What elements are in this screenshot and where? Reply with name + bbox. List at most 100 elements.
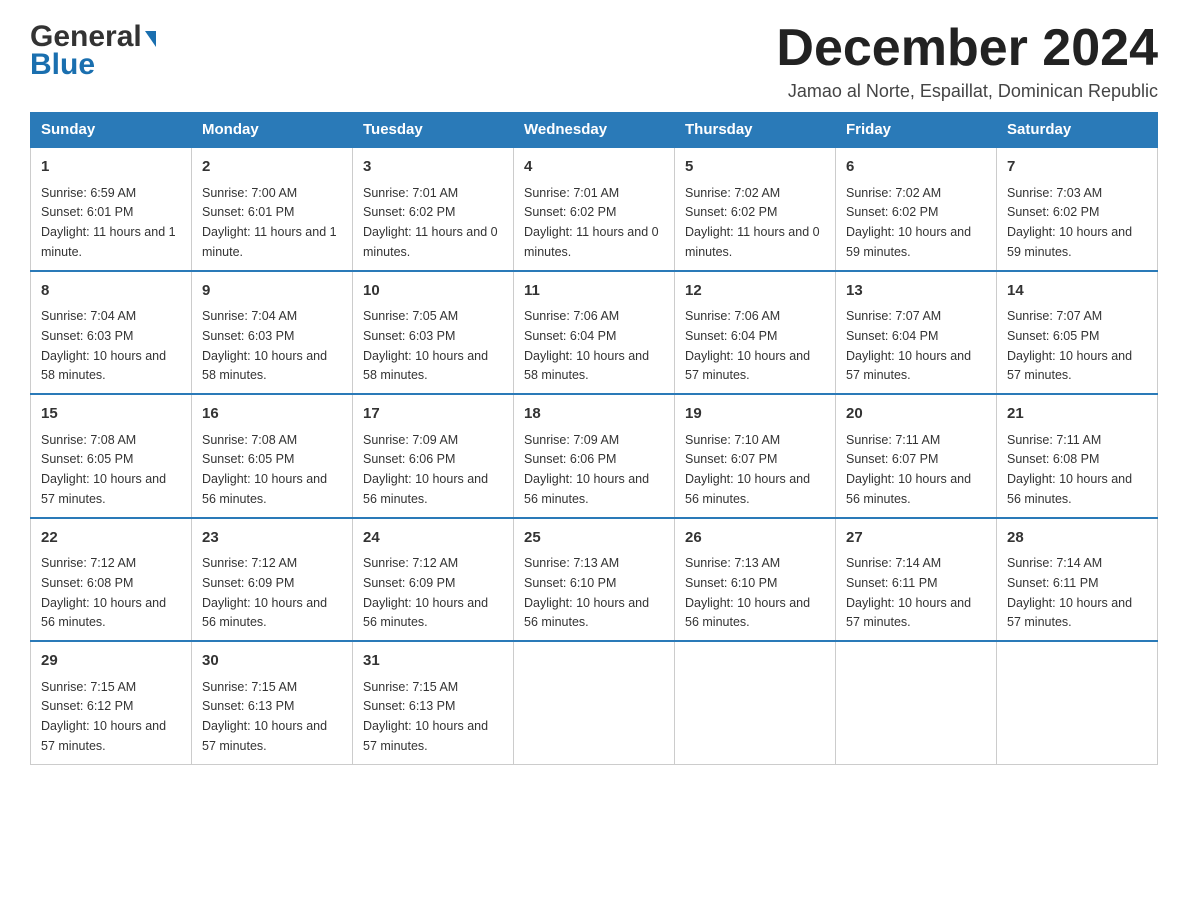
calendar-cell: 24 Sunrise: 7:12 AMSunset: 6:09 PMDaylig…	[353, 518, 514, 642]
calendar-cell: 21 Sunrise: 7:11 AMSunset: 6:08 PMDaylig…	[997, 394, 1158, 518]
day-number: 21	[1007, 403, 1147, 426]
day-info: Sunrise: 7:12 AMSunset: 6:09 PMDaylight:…	[363, 556, 488, 629]
day-number: 8	[41, 280, 181, 303]
day-info: Sunrise: 7:07 AMSunset: 6:04 PMDaylight:…	[846, 309, 971, 382]
day-number: 26	[685, 527, 825, 550]
day-info: Sunrise: 7:08 AMSunset: 6:05 PMDaylight:…	[202, 433, 327, 506]
logo: General Blue	[30, 20, 156, 82]
day-info: Sunrise: 7:04 AMSunset: 6:03 PMDaylight:…	[202, 309, 327, 382]
calendar-cell: 10 Sunrise: 7:05 AMSunset: 6:03 PMDaylig…	[353, 271, 514, 395]
calendar-cell: 30 Sunrise: 7:15 AMSunset: 6:13 PMDaylig…	[192, 641, 353, 764]
calendar-header-row: Sunday Monday Tuesday Wednesday Thursday…	[31, 113, 1158, 148]
day-info: Sunrise: 7:10 AMSunset: 6:07 PMDaylight:…	[685, 433, 810, 506]
calendar-cell: 22 Sunrise: 7:12 AMSunset: 6:08 PMDaylig…	[31, 518, 192, 642]
day-number: 23	[202, 527, 342, 550]
day-info: Sunrise: 7:02 AMSunset: 6:02 PMDaylight:…	[685, 186, 820, 259]
day-info: Sunrise: 7:12 AMSunset: 6:09 PMDaylight:…	[202, 556, 327, 629]
month-title: December 2024	[776, 20, 1158, 77]
calendar-table: Sunday Monday Tuesday Wednesday Thursday…	[30, 112, 1158, 765]
day-number: 14	[1007, 280, 1147, 303]
header-saturday: Saturday	[997, 113, 1158, 148]
day-info: Sunrise: 6:59 AMSunset: 6:01 PMDaylight:…	[41, 186, 176, 259]
header-sunday: Sunday	[31, 113, 192, 148]
day-info: Sunrise: 7:09 AMSunset: 6:06 PMDaylight:…	[363, 433, 488, 506]
day-number: 17	[363, 403, 503, 426]
header-tuesday: Tuesday	[353, 113, 514, 148]
day-info: Sunrise: 7:14 AMSunset: 6:11 PMDaylight:…	[846, 556, 971, 629]
calendar-cell: 29 Sunrise: 7:15 AMSunset: 6:12 PMDaylig…	[31, 641, 192, 764]
day-number: 3	[363, 156, 503, 179]
day-info: Sunrise: 7:11 AMSunset: 6:07 PMDaylight:…	[846, 433, 971, 506]
day-number: 12	[685, 280, 825, 303]
day-info: Sunrise: 7:12 AMSunset: 6:08 PMDaylight:…	[41, 556, 166, 629]
day-number: 28	[1007, 527, 1147, 550]
day-number: 25	[524, 527, 664, 550]
calendar-cell: 20 Sunrise: 7:11 AMSunset: 6:07 PMDaylig…	[836, 394, 997, 518]
calendar-week-row: 1 Sunrise: 6:59 AMSunset: 6:01 PMDayligh…	[31, 147, 1158, 271]
calendar-cell	[514, 641, 675, 764]
day-number: 16	[202, 403, 342, 426]
day-number: 5	[685, 156, 825, 179]
calendar-cell: 18 Sunrise: 7:09 AMSunset: 6:06 PMDaylig…	[514, 394, 675, 518]
day-number: 22	[41, 527, 181, 550]
calendar-cell: 5 Sunrise: 7:02 AMSunset: 6:02 PMDayligh…	[675, 147, 836, 271]
calendar-cell: 13 Sunrise: 7:07 AMSunset: 6:04 PMDaylig…	[836, 271, 997, 395]
calendar-cell	[836, 641, 997, 764]
day-number: 11	[524, 280, 664, 303]
day-info: Sunrise: 7:14 AMSunset: 6:11 PMDaylight:…	[1007, 556, 1132, 629]
calendar-cell: 6 Sunrise: 7:02 AMSunset: 6:02 PMDayligh…	[836, 147, 997, 271]
calendar-week-row: 29 Sunrise: 7:15 AMSunset: 6:12 PMDaylig…	[31, 641, 1158, 764]
calendar-cell: 7 Sunrise: 7:03 AMSunset: 6:02 PMDayligh…	[997, 147, 1158, 271]
day-info: Sunrise: 7:01 AMSunset: 6:02 PMDaylight:…	[363, 186, 498, 259]
header-monday: Monday	[192, 113, 353, 148]
logo-brand2: Blue	[30, 48, 95, 82]
calendar-week-row: 15 Sunrise: 7:08 AMSunset: 6:05 PMDaylig…	[31, 394, 1158, 518]
calendar-cell: 11 Sunrise: 7:06 AMSunset: 6:04 PMDaylig…	[514, 271, 675, 395]
header-thursday: Thursday	[675, 113, 836, 148]
day-info: Sunrise: 7:07 AMSunset: 6:05 PMDaylight:…	[1007, 309, 1132, 382]
calendar-cell: 23 Sunrise: 7:12 AMSunset: 6:09 PMDaylig…	[192, 518, 353, 642]
day-info: Sunrise: 7:06 AMSunset: 6:04 PMDaylight:…	[524, 309, 649, 382]
day-info: Sunrise: 7:15 AMSunset: 6:12 PMDaylight:…	[41, 680, 166, 753]
day-number: 13	[846, 280, 986, 303]
day-info: Sunrise: 7:15 AMSunset: 6:13 PMDaylight:…	[202, 680, 327, 753]
day-number: 2	[202, 156, 342, 179]
day-info: Sunrise: 7:11 AMSunset: 6:08 PMDaylight:…	[1007, 433, 1132, 506]
day-info: Sunrise: 7:04 AMSunset: 6:03 PMDaylight:…	[41, 309, 166, 382]
calendar-cell: 28 Sunrise: 7:14 AMSunset: 6:11 PMDaylig…	[997, 518, 1158, 642]
calendar-cell: 14 Sunrise: 7:07 AMSunset: 6:05 PMDaylig…	[997, 271, 1158, 395]
location-subtitle: Jamao al Norte, Espaillat, Dominican Rep…	[776, 81, 1158, 102]
day-info: Sunrise: 7:08 AMSunset: 6:05 PMDaylight:…	[41, 433, 166, 506]
day-number: 20	[846, 403, 986, 426]
title-area: December 2024 Jamao al Norte, Espaillat,…	[776, 20, 1158, 102]
calendar-cell: 25 Sunrise: 7:13 AMSunset: 6:10 PMDaylig…	[514, 518, 675, 642]
day-number: 29	[41, 650, 181, 673]
day-number: 1	[41, 156, 181, 179]
day-info: Sunrise: 7:00 AMSunset: 6:01 PMDaylight:…	[202, 186, 337, 259]
day-number: 19	[685, 403, 825, 426]
calendar-week-row: 8 Sunrise: 7:04 AMSunset: 6:03 PMDayligh…	[31, 271, 1158, 395]
day-number: 10	[363, 280, 503, 303]
day-number: 31	[363, 650, 503, 673]
calendar-cell: 31 Sunrise: 7:15 AMSunset: 6:13 PMDaylig…	[353, 641, 514, 764]
calendar-cell: 27 Sunrise: 7:14 AMSunset: 6:11 PMDaylig…	[836, 518, 997, 642]
calendar-cell: 1 Sunrise: 6:59 AMSunset: 6:01 PMDayligh…	[31, 147, 192, 271]
calendar-cell: 19 Sunrise: 7:10 AMSunset: 6:07 PMDaylig…	[675, 394, 836, 518]
calendar-cell: 26 Sunrise: 7:13 AMSunset: 6:10 PMDaylig…	[675, 518, 836, 642]
calendar-cell: 12 Sunrise: 7:06 AMSunset: 6:04 PMDaylig…	[675, 271, 836, 395]
day-number: 18	[524, 403, 664, 426]
calendar-cell	[675, 641, 836, 764]
calendar-cell: 15 Sunrise: 7:08 AMSunset: 6:05 PMDaylig…	[31, 394, 192, 518]
calendar-cell: 16 Sunrise: 7:08 AMSunset: 6:05 PMDaylig…	[192, 394, 353, 518]
calendar-week-row: 22 Sunrise: 7:12 AMSunset: 6:08 PMDaylig…	[31, 518, 1158, 642]
day-info: Sunrise: 7:13 AMSunset: 6:10 PMDaylight:…	[524, 556, 649, 629]
day-number: 24	[363, 527, 503, 550]
header-friday: Friday	[836, 113, 997, 148]
calendar-cell: 9 Sunrise: 7:04 AMSunset: 6:03 PMDayligh…	[192, 271, 353, 395]
calendar-cell: 17 Sunrise: 7:09 AMSunset: 6:06 PMDaylig…	[353, 394, 514, 518]
day-info: Sunrise: 7:05 AMSunset: 6:03 PMDaylight:…	[363, 309, 488, 382]
day-number: 7	[1007, 156, 1147, 179]
day-info: Sunrise: 7:02 AMSunset: 6:02 PMDaylight:…	[846, 186, 971, 259]
calendar-cell: 4 Sunrise: 7:01 AMSunset: 6:02 PMDayligh…	[514, 147, 675, 271]
day-number: 9	[202, 280, 342, 303]
